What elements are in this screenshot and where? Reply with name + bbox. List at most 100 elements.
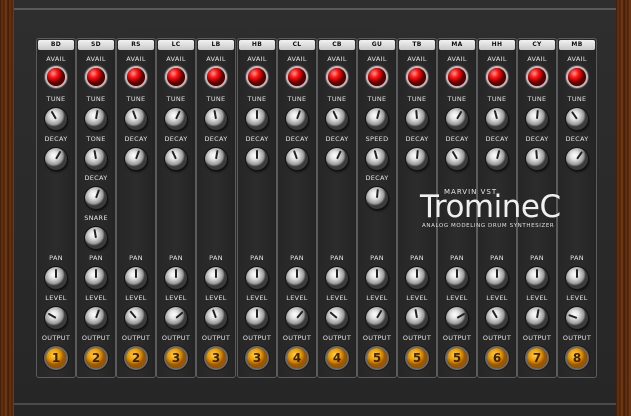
channel-param-knob[interactable] bbox=[566, 148, 588, 170]
channel-param-knob[interactable] bbox=[125, 148, 147, 170]
avail-led[interactable] bbox=[328, 68, 346, 86]
snare-decay-knob[interactable] bbox=[85, 187, 107, 209]
avail-led[interactable] bbox=[167, 68, 185, 86]
output-selector-button[interactable]: 4 bbox=[327, 348, 347, 368]
pan-knob[interactable] bbox=[125, 267, 147, 289]
output-selector-button[interactable]: 3 bbox=[247, 348, 267, 368]
level-knob[interactable] bbox=[326, 307, 348, 329]
output-selector-button[interactable]: 6 bbox=[487, 348, 507, 368]
tune-knob[interactable] bbox=[446, 108, 468, 130]
tune-knob[interactable] bbox=[566, 108, 588, 130]
pan-knob[interactable] bbox=[165, 267, 187, 289]
avail-led[interactable] bbox=[127, 68, 145, 86]
channel-param-knob[interactable] bbox=[286, 148, 308, 170]
pan-knob[interactable] bbox=[246, 267, 268, 289]
channel-name: MA bbox=[439, 40, 475, 50]
avail-led[interactable] bbox=[568, 68, 586, 86]
avail-led[interactable] bbox=[288, 68, 306, 86]
tune-knob[interactable] bbox=[406, 108, 428, 130]
avail-led[interactable] bbox=[488, 68, 506, 86]
pan-knob[interactable] bbox=[406, 267, 428, 289]
channel-param-label: DECAY bbox=[325, 135, 349, 143]
tune-knob[interactable] bbox=[246, 108, 268, 130]
channel-param-knob[interactable] bbox=[406, 148, 428, 170]
channel-param-knob[interactable] bbox=[486, 148, 508, 170]
avail-led[interactable] bbox=[207, 68, 225, 86]
output-label: OUTPUT bbox=[522, 334, 552, 342]
pan-knob[interactable] bbox=[286, 267, 308, 289]
level-knob[interactable] bbox=[246, 307, 268, 329]
level-knob[interactable] bbox=[286, 307, 308, 329]
channel-param-knob[interactable] bbox=[165, 148, 187, 170]
pan-knob[interactable] bbox=[566, 267, 588, 289]
avail-led[interactable] bbox=[87, 68, 105, 86]
channel-param-knob[interactable] bbox=[366, 148, 388, 170]
level-knob[interactable] bbox=[486, 307, 508, 329]
channel-param-knob[interactable] bbox=[526, 148, 548, 170]
level-knob[interactable] bbox=[165, 307, 187, 329]
pan-knob[interactable] bbox=[205, 267, 227, 289]
tune-knob[interactable] bbox=[486, 108, 508, 130]
tune-knob[interactable] bbox=[286, 108, 308, 130]
tune-knob[interactable] bbox=[526, 108, 548, 130]
output-selector-button[interactable]: 2 bbox=[86, 348, 106, 368]
channel-param-knob[interactable] bbox=[446, 148, 468, 170]
avail-led[interactable] bbox=[528, 68, 546, 86]
channel-param-knob[interactable] bbox=[326, 148, 348, 170]
level-knob[interactable] bbox=[406, 307, 428, 329]
tune-knob[interactable] bbox=[326, 108, 348, 130]
output-selector-button[interactable]: 7 bbox=[527, 348, 547, 368]
level-knob[interactable] bbox=[366, 307, 388, 329]
avail-label: AVAIL bbox=[367, 55, 387, 63]
pan-knob[interactable] bbox=[526, 267, 548, 289]
snare-amount-knob[interactable] bbox=[85, 227, 107, 249]
avail-led[interactable] bbox=[408, 68, 426, 86]
output-selector-button[interactable]: 1 bbox=[46, 348, 66, 368]
pan-knob[interactable] bbox=[366, 267, 388, 289]
tune-knob[interactable] bbox=[45, 108, 67, 130]
pan-knob[interactable] bbox=[486, 267, 508, 289]
tune-knob[interactable] bbox=[85, 108, 107, 130]
pan-label: PAN bbox=[209, 254, 223, 262]
level-knob[interactable] bbox=[446, 307, 468, 329]
channel-param-knob[interactable] bbox=[45, 148, 67, 170]
avail-led[interactable] bbox=[448, 68, 466, 86]
pan-label: PAN bbox=[370, 254, 384, 262]
level-knob[interactable] bbox=[125, 307, 147, 329]
brand-name: MARVIN VST bbox=[444, 188, 498, 196]
channel-param-knob[interactable] bbox=[85, 148, 107, 170]
avail-led[interactable] bbox=[368, 68, 386, 86]
pan-knob[interactable] bbox=[326, 267, 348, 289]
channel-name: SD bbox=[78, 40, 114, 50]
output-selector-button[interactable]: 5 bbox=[447, 348, 467, 368]
guiro-decay-knob[interactable] bbox=[366, 187, 388, 209]
level-knob[interactable] bbox=[45, 307, 67, 329]
pan-knob[interactable] bbox=[85, 267, 107, 289]
output-selector-button[interactable]: 2 bbox=[126, 348, 146, 368]
avail-led[interactable] bbox=[248, 68, 266, 86]
level-knob[interactable] bbox=[566, 307, 588, 329]
pan-knob[interactable] bbox=[45, 267, 67, 289]
snare-amount-label: SNARE bbox=[84, 214, 108, 222]
tune-knob[interactable] bbox=[165, 108, 187, 130]
tune-knob[interactable] bbox=[125, 108, 147, 130]
avail-label: AVAIL bbox=[46, 55, 66, 63]
output-selector-button[interactable]: 3 bbox=[206, 348, 226, 368]
level-knob[interactable] bbox=[526, 307, 548, 329]
output-selector-button[interactable]: 5 bbox=[407, 348, 427, 368]
bottom-divider bbox=[14, 403, 616, 405]
level-knob[interactable] bbox=[205, 307, 227, 329]
output-selector-button[interactable]: 4 bbox=[287, 348, 307, 368]
output-selector-button[interactable]: 8 bbox=[567, 348, 587, 368]
tune-knob[interactable] bbox=[366, 108, 388, 130]
channel-param-knob[interactable] bbox=[246, 148, 268, 170]
output-selector-button[interactable]: 3 bbox=[166, 348, 186, 368]
tune-knob[interactable] bbox=[205, 108, 227, 130]
level-knob[interactable] bbox=[85, 307, 107, 329]
avail-led[interactable] bbox=[47, 68, 65, 86]
tune-label: TUNE bbox=[367, 95, 387, 103]
channel-param-knob[interactable] bbox=[205, 148, 227, 170]
avail-label: AVAIL bbox=[327, 55, 347, 63]
pan-knob[interactable] bbox=[446, 267, 468, 289]
output-selector-button[interactable]: 5 bbox=[367, 348, 387, 368]
